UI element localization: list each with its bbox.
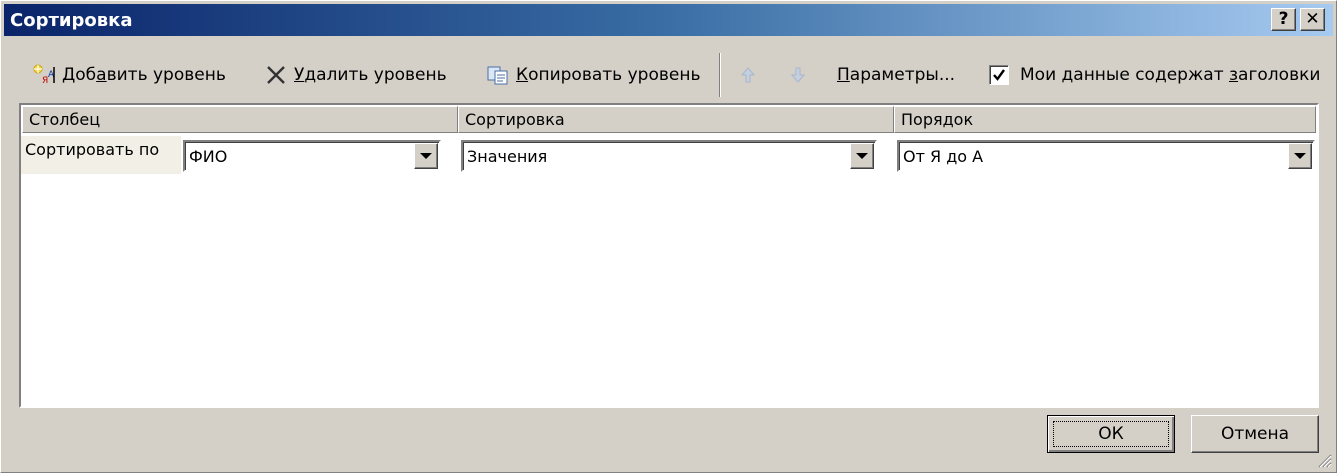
sort-levels-grid: Столбец Сортировка Порядок Сортировать п… xyxy=(19,103,1319,408)
resize-grip-icon[interactable] xyxy=(1314,450,1332,468)
sort-on-dropdown[interactable]: Значения xyxy=(461,140,877,172)
headers-checkbox-label: Мои данные содержат заголовки xyxy=(1020,65,1321,85)
dialog-title: Сортировка xyxy=(10,10,133,31)
headers-checkbox-control[interactable]: Мои данные содержат заголовки xyxy=(989,61,1320,89)
sort-level-row[interactable]: Сортировать по ФИО Значения От Я до А xyxy=(21,136,1317,174)
copy-level-label: Копировать уровень xyxy=(516,65,701,85)
toolbar-separator xyxy=(719,53,721,97)
focus-rectangle xyxy=(1053,421,1169,447)
chevron-down-icon[interactable] xyxy=(414,143,438,169)
sort-by-label: Сортировать по xyxy=(21,136,181,174)
parameters-button[interactable]: Параметры... xyxy=(837,61,955,89)
ok-button[interactable]: ОК xyxy=(1047,415,1175,453)
copy-level-button[interactable]: Копировать уровень xyxy=(485,61,700,89)
chevron-down-icon[interactable] xyxy=(1288,143,1312,169)
delete-level-label: Удалить уровень xyxy=(294,65,447,85)
headers-checkbox[interactable] xyxy=(989,65,1009,85)
move-down-button[interactable] xyxy=(785,61,811,89)
column-dropdown[interactable]: ФИО xyxy=(183,140,441,172)
add-level-icon: Я А xyxy=(31,63,57,87)
sort-dialog: Сортировка ? ✕ Я А Добавить уровень Удал… xyxy=(0,0,1337,473)
add-level-label: Добавить уровень xyxy=(62,65,226,85)
column-header: Столбец xyxy=(22,106,458,133)
delete-icon xyxy=(263,63,289,87)
parameters-label: Параметры... xyxy=(837,65,956,85)
cancel-button[interactable]: Отмена xyxy=(1191,415,1319,453)
check-icon xyxy=(993,69,1005,81)
order-dropdown-value: От Я до А xyxy=(903,147,984,166)
title-bar[interactable]: Сортировка ? ✕ xyxy=(4,4,1333,36)
move-up-button[interactable] xyxy=(735,61,761,89)
sort-on-header: Сортировка xyxy=(458,106,894,133)
close-button[interactable]: ✕ xyxy=(1300,8,1325,31)
order-dropdown[interactable]: От Я до А xyxy=(897,140,1315,172)
arrow-down-icon xyxy=(785,63,811,87)
delete-level-button[interactable]: Удалить уровень xyxy=(263,61,447,89)
toolbar: Я А Добавить уровень Удалить уровень Коп… xyxy=(1,49,1337,101)
copy-icon xyxy=(485,63,511,87)
sort-on-dropdown-value: Значения xyxy=(467,147,548,166)
order-header: Порядок xyxy=(894,106,1316,133)
arrow-up-icon xyxy=(735,63,761,87)
chevron-down-icon[interactable] xyxy=(850,143,874,169)
column-dropdown-value: ФИО xyxy=(189,147,228,166)
help-button[interactable]: ? xyxy=(1271,8,1296,31)
add-level-button[interactable]: Я А Добавить уровень xyxy=(31,61,226,89)
